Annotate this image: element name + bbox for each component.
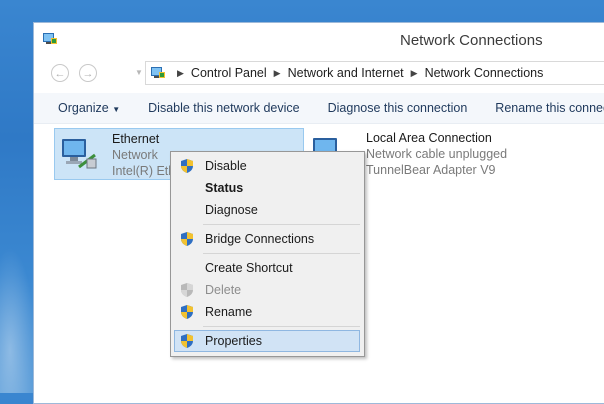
address-bar-row: ← → ▼ ↑ ▶ Control Panel ▶ Network and In… (34, 59, 604, 87)
connection-text: Ethernet Network Intel(R) Eth (112, 131, 175, 179)
connection-status: Network (112, 148, 158, 162)
menu-item-status[interactable]: Status (174, 177, 360, 199)
menu-item-delete[interactable]: Delete (174, 279, 360, 301)
uac-shield-icon (181, 159, 193, 173)
uac-shield-icon (181, 232, 193, 246)
title-bar[interactable]: Network Connections (34, 23, 604, 57)
menu-item-label: Disable (205, 159, 247, 173)
recent-locations-chevron-icon[interactable]: ▼ (135, 68, 143, 77)
menu-item-create-shortcut[interactable]: Create Shortcut (174, 257, 360, 279)
breadcrumb: ▶ Control Panel ▶ Network and Internet ▶… (170, 62, 543, 84)
address-field[interactable]: ▶ Control Panel ▶ Network and Internet ▶… (145, 61, 604, 85)
window-title: Network Connections (400, 32, 543, 49)
menu-item-label: Status (205, 181, 244, 195)
menu-item-rename[interactable]: Rename (174, 301, 360, 323)
network-connections-app-icon (43, 33, 57, 44)
connection-adapter: TunnelBear Adapter V9 (366, 163, 496, 177)
uac-shield-icon (181, 334, 193, 348)
uac-shield-icon (181, 283, 193, 297)
breadcrumb-chevron-icon[interactable]: ▶ (274, 68, 281, 79)
menu-item-disable[interactable]: Disable (174, 155, 360, 177)
connection-status: Network cable unplugged (366, 147, 508, 161)
organize-menu[interactable]: Organize ▼ (34, 101, 134, 115)
connection-name: Ethernet (112, 132, 160, 146)
command-bar: Organize ▼ Disable this network device D… (34, 93, 604, 124)
chevron-down-icon: ▼ (112, 105, 121, 114)
connection-name: Local Area Connection (366, 131, 492, 145)
menu-item-label: Rename (205, 305, 253, 319)
connection-text: Local Area Connection Network cable unpl… (366, 130, 507, 178)
menu-item-properties[interactable]: Properties (174, 330, 360, 352)
uac-shield-icon (181, 305, 193, 319)
menu-item-label: Create Shortcut (205, 261, 293, 275)
menu-item-label: Delete (205, 283, 242, 297)
network-adapter-icon (62, 139, 97, 169)
menu-separator (203, 253, 360, 254)
back-button[interactable]: ← (51, 64, 69, 82)
forward-button[interactable]: → (79, 64, 97, 82)
organize-label: Organize (58, 101, 109, 115)
menu-item-label: Diagnose (205, 203, 258, 217)
menu-item-label: Bridge Connections (205, 232, 315, 246)
breadcrumb-network-and-internet[interactable]: Network and Internet (288, 66, 404, 80)
breadcrumb-network-connections[interactable]: Network Connections (425, 66, 544, 80)
menu-item-bridge-connections[interactable]: Bridge Connections (174, 228, 360, 250)
rename-connection-button[interactable]: Rename this connection (481, 101, 604, 115)
breadcrumb-chevron-icon[interactable]: ▶ (177, 68, 184, 79)
menu-item-diagnose[interactable]: Diagnose (174, 199, 360, 221)
menu-item-label: Properties (205, 334, 262, 348)
connection-adapter: Intel(R) Eth (112, 164, 176, 178)
breadcrumb-chevron-icon[interactable]: ▶ (411, 68, 418, 79)
context-menu: Disable Status Diagnose Bridge Connectio… (170, 151, 365, 357)
menu-separator (203, 326, 360, 327)
diagnose-connection-button[interactable]: Diagnose this connection (314, 101, 482, 115)
disable-network-device-button[interactable]: Disable this network device (134, 101, 313, 115)
control-panel-icon (151, 67, 165, 78)
menu-separator (203, 224, 360, 225)
breadcrumb-control-panel[interactable]: Control Panel (191, 66, 267, 80)
